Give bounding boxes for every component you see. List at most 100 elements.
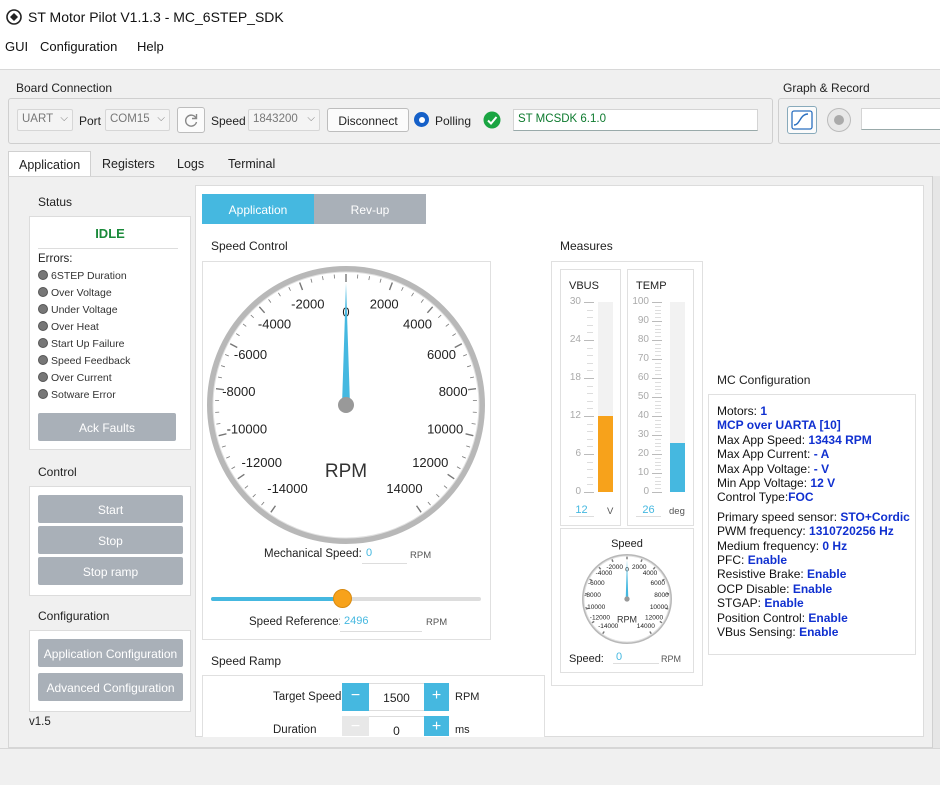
record-filename-field[interactable]	[861, 108, 940, 130]
stop-button[interactable]: Stop	[38, 526, 183, 554]
duration-unit: ms	[455, 724, 470, 736]
version-label: v1.5	[29, 716, 51, 728]
speed-reference-slider[interactable]	[211, 589, 481, 608]
meter-minor-tick	[655, 366, 661, 368]
control-panel: Start Stop Stop ramp	[29, 486, 191, 596]
target-speed-unit: RPM	[455, 691, 480, 703]
speed-reference-unit: RPM	[426, 617, 448, 628]
mc-configuration-panel: Motors: 1 MCP over UARTA [10] Max App Sp…	[708, 394, 916, 655]
tab-logs[interactable]: Logs	[167, 151, 214, 177]
board-connection-group: UART ⌵ Port COM15 ⌵ Speed 1843200 ⌵ Disconn…	[8, 98, 773, 144]
target-speed-input[interactable]: 1500	[369, 683, 424, 711]
mechanical-speed-value: 0	[362, 544, 407, 564]
config-row: Resistive Brake: Enable	[717, 567, 910, 581]
tab-application[interactable]: Application	[8, 151, 92, 177]
meter-tick-label: 80	[637, 334, 649, 345]
stop-ramp-button[interactable]: Stop ramp	[38, 557, 183, 585]
refresh-ports-button[interactable]	[177, 107, 205, 133]
gauge-tick-label: -6000	[234, 347, 267, 362]
meter-minor-tick	[655, 347, 661, 349]
polling-radio[interactable]	[414, 112, 429, 127]
meter-minor-tick	[655, 393, 661, 395]
target-speed-decrement[interactable]: −	[342, 683, 369, 711]
meter-tick	[652, 378, 662, 379]
control-title: Control	[38, 465, 77, 479]
gauge-tick	[640, 559, 643, 563]
error-label: Over Voltage	[51, 287, 112, 299]
error-item: Over Heat	[38, 321, 99, 338]
meter-minor-tick	[587, 324, 593, 326]
refresh-icon	[185, 114, 198, 127]
meter-tick	[652, 321, 662, 322]
meter-minor-tick	[587, 317, 593, 319]
temp-unit: deg	[669, 506, 685, 517]
meter-tick	[652, 473, 662, 474]
meter-minor-tick	[655, 355, 661, 357]
gauge-tick-label: 12000	[412, 455, 448, 470]
speed-gauge: 0-2000-4000-6000-8000-10000-12000-140002…	[207, 266, 485, 544]
error-led-icon	[38, 389, 48, 399]
meter-minor-tick	[587, 484, 593, 486]
graph-button[interactable]	[787, 106, 817, 134]
gauge-hub	[624, 596, 630, 602]
duration-increment[interactable]: +	[424, 716, 449, 736]
meter-minor-tick	[655, 305, 661, 307]
error-item: Under Voltage	[38, 304, 118, 321]
start-button[interactable]: Start	[38, 495, 183, 523]
gauge-tick-label: -10000	[227, 421, 267, 436]
interface-select[interactable]: UART ⌵	[17, 109, 73, 131]
meter-tick	[652, 416, 662, 417]
port-select[interactable]: COM15 ⌵	[105, 109, 170, 131]
gauge-tick-label: -4000	[596, 570, 613, 577]
speed-label: Speed	[211, 114, 246, 128]
tab-terminal[interactable]: Terminal	[218, 151, 285, 177]
error-led-icon	[38, 270, 48, 280]
mechanical-speed-label: Mechanical Speed:	[264, 548, 362, 560]
advanced-configuration-button[interactable]: Advanced Configuration	[38, 673, 183, 701]
interface-value: UART	[22, 113, 54, 125]
vbus-level-bar	[598, 416, 613, 492]
toolbar-separator	[0, 60, 940, 70]
temp-label: TEMP	[636, 280, 667, 292]
meter-minor-tick	[655, 328, 661, 330]
gauge-tick-label: -12000	[241, 455, 281, 470]
duration-decrement[interactable]: −	[342, 716, 369, 736]
temp-level-bar	[670, 442, 685, 492]
meter-tick	[584, 378, 594, 379]
gauge-tick-label: 6000	[427, 347, 456, 362]
meter-minor-tick	[655, 488, 661, 490]
gauge-tick-label: -8000	[222, 384, 255, 399]
meter-minor-tick	[655, 446, 661, 448]
meter-minor-tick	[655, 484, 661, 486]
speed-reference-input[interactable]: 2496	[340, 612, 422, 632]
subtab-application[interactable]: Application	[202, 194, 314, 224]
disconnect-button[interactable]: Disconnect	[327, 108, 409, 132]
config-row: OCP Disable: Enable	[717, 582, 910, 596]
subtab-revup[interactable]: Rev-up	[314, 194, 426, 224]
target-speed-increment[interactable]: +	[424, 683, 449, 711]
meter-minor-tick	[587, 385, 593, 387]
record-button[interactable]	[827, 108, 851, 132]
menu-help[interactable]: Help	[137, 39, 164, 54]
meter-minor-tick	[655, 431, 661, 433]
menu-gui[interactable]: GUI	[5, 39, 28, 54]
menu-configuration[interactable]: Configuration	[40, 39, 117, 54]
error-label: Under Voltage	[51, 304, 118, 316]
duration-input[interactable]: 0	[369, 716, 424, 736]
meter-tick-label: 24	[569, 334, 581, 345]
config-row: Max App Voltage: - V	[717, 462, 910, 476]
chevron-down-icon: ⌵	[60, 113, 68, 124]
ack-faults-button[interactable]: Ack Faults	[38, 413, 176, 441]
config-value: Enable	[807, 567, 847, 582]
config-row: Max App Speed: 13434 RPM	[717, 433, 910, 447]
meter-tick-label: 12	[569, 410, 581, 421]
tab-registers[interactable]: Registers	[92, 151, 165, 177]
vertical-scrollbar[interactable]	[932, 176, 940, 748]
meter-tick-label: 50	[637, 391, 649, 402]
meter-minor-tick	[655, 389, 661, 391]
speed-reference-label: Speed Reference:	[249, 616, 342, 628]
meter-minor-tick	[587, 347, 593, 349]
baud-select[interactable]: 1843200 ⌵	[248, 109, 320, 131]
application-configuration-button[interactable]: Application Configuration	[38, 639, 183, 667]
meter-tick-label: 100	[632, 296, 649, 307]
